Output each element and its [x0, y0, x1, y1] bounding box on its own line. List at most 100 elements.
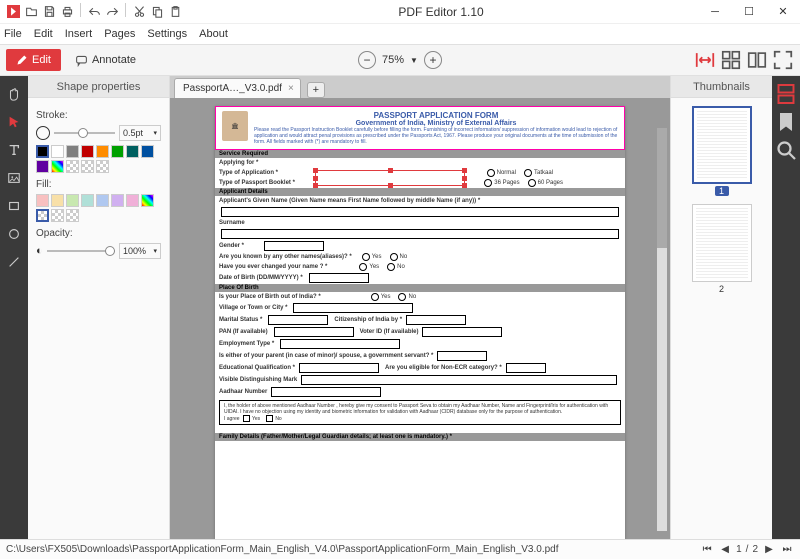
fill-swatch[interactable]	[66, 194, 79, 207]
redo-icon[interactable]	[103, 3, 121, 21]
dist-mark-input[interactable]	[301, 375, 617, 385]
fill-none[interactable]	[51, 209, 64, 222]
add-tab-button[interactable]: +	[307, 82, 325, 98]
save-icon[interactable]	[40, 3, 58, 21]
fill-swatch[interactable]	[96, 194, 109, 207]
zoom-value[interactable]: 75%	[382, 54, 404, 66]
citizenship-input[interactable]	[406, 315, 466, 325]
stroke-swatch[interactable]	[36, 145, 49, 158]
menu-settings[interactable]: Settings	[147, 28, 187, 40]
village-input[interactable]	[293, 303, 413, 313]
opacity-slider[interactable]	[47, 250, 115, 252]
stroke-swatch[interactable]	[36, 160, 49, 173]
annotate-mode-button[interactable]: Annotate	[67, 49, 144, 71]
dob-input[interactable]	[309, 273, 369, 283]
stroke-swatch[interactable]	[111, 145, 124, 158]
given-name-input[interactable]	[221, 207, 619, 217]
radio-yes[interactable]: Yes	[359, 263, 379, 271]
edit-mode-button[interactable]: Edit	[6, 49, 61, 71]
bookmarks-tab[interactable]	[774, 108, 798, 136]
radio-normal[interactable]: Normal	[487, 169, 516, 177]
radio-yes[interactable]: Yes	[371, 293, 391, 301]
grid-view-icon[interactable]	[720, 49, 742, 71]
agree-yes-checkbox[interactable]	[243, 415, 250, 422]
menu-about[interactable]: About	[199, 28, 228, 40]
document-tab[interactable]: PassportA…_V3.0.pdf ×	[174, 78, 301, 98]
gender-input[interactable]	[264, 241, 324, 251]
radio-no[interactable]: No	[387, 263, 405, 271]
stroke-swatch[interactable]	[126, 145, 139, 158]
radio-no[interactable]: No	[398, 293, 416, 301]
image-tool[interactable]	[2, 164, 26, 192]
fill-swatch[interactable]	[51, 194, 64, 207]
fill-swatch[interactable]	[81, 194, 94, 207]
menu-file[interactable]: File	[4, 28, 22, 40]
circle-tool[interactable]	[2, 220, 26, 248]
select-tool[interactable]	[2, 108, 26, 136]
stroke-none[interactable]	[81, 160, 94, 173]
menu-edit[interactable]: Edit	[34, 28, 53, 40]
stroke-width-value[interactable]: 0.5pt ▾	[119, 125, 161, 141]
zoom-out-button[interactable]: −	[358, 51, 376, 69]
menu-insert[interactable]: Insert	[65, 28, 93, 40]
next-page-button[interactable]: ▶	[762, 544, 776, 555]
menu-pages[interactable]: Pages	[104, 28, 135, 40]
line-tool[interactable]	[2, 248, 26, 276]
radio-no[interactable]: No	[390, 253, 408, 261]
fullscreen-icon[interactable]	[772, 49, 794, 71]
document-page[interactable]: 🏛 PASSPORT APPLICATION FORM Government o…	[215, 106, 625, 539]
radio-yes[interactable]: Yes	[362, 253, 382, 261]
hand-tool[interactable]	[2, 80, 26, 108]
non-ecr-input[interactable]	[506, 363, 546, 373]
fill-none[interactable]	[36, 209, 49, 222]
edu-input[interactable]	[299, 363, 379, 373]
chevron-down-icon[interactable]: ▼	[410, 56, 418, 65]
radio-tatkaal[interactable]: Tatkaal	[524, 169, 553, 177]
cut-icon[interactable]	[130, 3, 148, 21]
stroke-swatch[interactable]	[66, 145, 79, 158]
fill-swatch[interactable]	[111, 194, 124, 207]
first-page-button[interactable]: ⏮	[700, 544, 714, 555]
two-page-icon[interactable]	[746, 49, 768, 71]
agree-no-checkbox[interactable]	[266, 415, 273, 422]
fill-none[interactable]	[66, 209, 79, 222]
stroke-swatch[interactable]	[141, 145, 154, 158]
paste-icon[interactable]	[166, 3, 184, 21]
undo-icon[interactable]	[85, 3, 103, 21]
marital-input[interactable]	[268, 315, 328, 325]
prev-page-button[interactable]: ◀	[718, 544, 732, 555]
radio-60pages[interactable]: 60 Pages	[528, 179, 563, 187]
stroke-none[interactable]	[96, 160, 109, 173]
surname-input[interactable]	[221, 229, 619, 239]
parent-govt-input[interactable]	[437, 351, 487, 361]
close-tab-icon[interactable]: ×	[288, 83, 294, 94]
fill-color-picker[interactable]	[141, 194, 154, 207]
stroke-swatch[interactable]	[81, 145, 94, 158]
thumbnail-page-2[interactable]	[692, 204, 752, 282]
stroke-style-icon[interactable]	[36, 126, 50, 140]
fill-swatch[interactable]	[36, 194, 49, 207]
vertical-scrollbar[interactable]	[657, 128, 667, 531]
maximize-button[interactable]: ☐	[732, 0, 766, 24]
copy-icon[interactable]	[148, 3, 166, 21]
stroke-color-picker[interactable]	[51, 160, 64, 173]
employment-input[interactable]	[280, 339, 400, 349]
page-width-icon[interactable]	[694, 49, 716, 71]
thumbnail-page-1[interactable]	[692, 106, 752, 184]
stroke-swatch[interactable]	[96, 145, 109, 158]
close-button[interactable]: ✕	[766, 0, 800, 24]
stroke-none[interactable]	[66, 160, 79, 173]
fill-swatch[interactable]	[126, 194, 139, 207]
aadhaar-input[interactable]	[271, 387, 381, 397]
thumbnails-tab[interactable]	[774, 80, 798, 108]
pan-input[interactable]	[274, 327, 354, 337]
rect-tool[interactable]	[2, 192, 26, 220]
search-tab[interactable]	[774, 136, 798, 164]
stroke-width-slider[interactable]	[54, 132, 115, 134]
opacity-value[interactable]: 100% ▾	[119, 243, 161, 259]
last-page-button[interactable]: ⏭	[780, 544, 794, 555]
print-icon[interactable]	[58, 3, 76, 21]
text-tool[interactable]	[2, 136, 26, 164]
open-icon[interactable]	[22, 3, 40, 21]
minimize-button[interactable]: ─	[698, 0, 732, 24]
